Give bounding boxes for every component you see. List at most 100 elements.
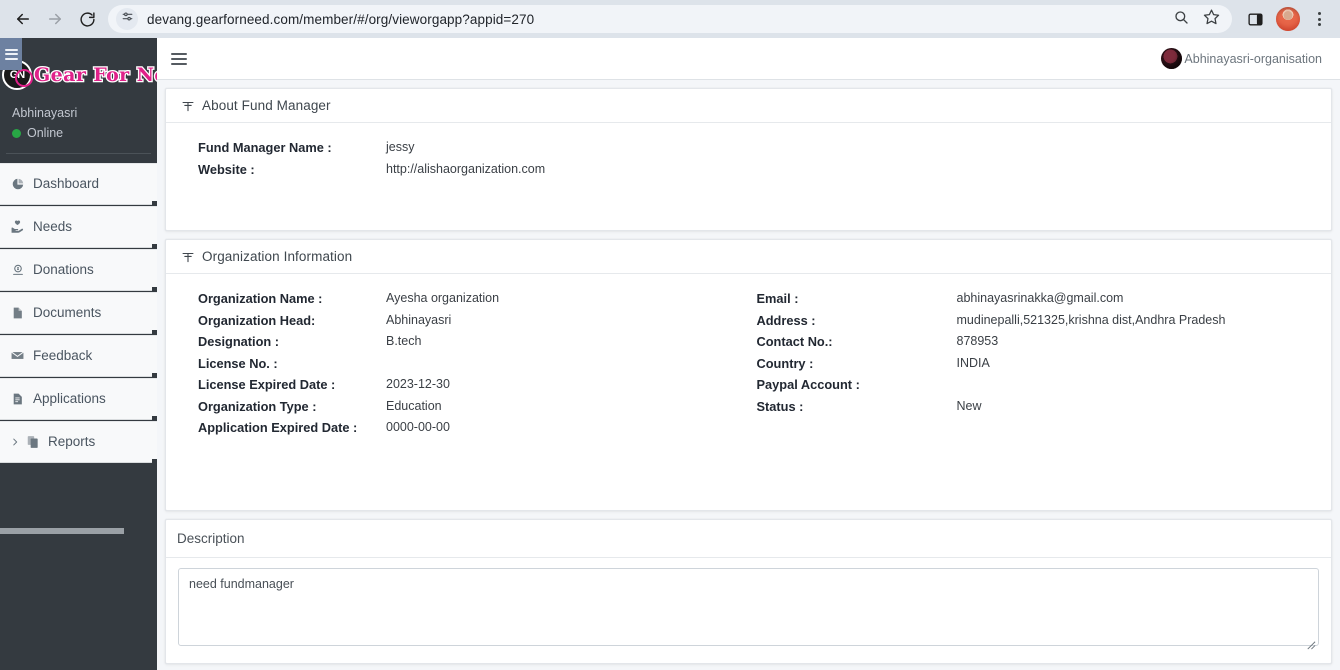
sitemap-icon	[181, 99, 195, 113]
sidebar-item-label: Feedback	[33, 348, 93, 364]
field-value: 0000-00-00	[386, 420, 450, 434]
sitemap-icon	[181, 250, 195, 264]
description-textarea[interactable]	[178, 568, 1319, 646]
field-value: Ayesha organization	[386, 291, 500, 305]
site-settings-icon	[121, 10, 134, 28]
address-bar[interactable]: devang.gearforneed.com/member/#/org/view…	[108, 5, 1232, 33]
info-row: Fund Manager Name : jessy	[198, 137, 1316, 159]
sidebar-item-needs[interactable]: Needs	[0, 206, 157, 248]
info-row: Country : INDIA	[757, 353, 1317, 375]
info-row: Organization Type : Education	[198, 396, 749, 418]
sidebar-item-applications[interactable]: Applications	[0, 378, 157, 420]
organization-left-column: Organization Name : Ayesha organization …	[181, 288, 749, 439]
browser-toolbar: devang.gearforneed.com/member/#/org/view…	[0, 0, 1340, 38]
description-input-wrap	[178, 568, 1319, 651]
sidebar-user-name: Abhinayasri	[12, 106, 78, 120]
profile-button[interactable]	[1273, 4, 1303, 34]
browser-menu-button[interactable]	[1306, 6, 1332, 32]
field-value: 2023-12-30	[386, 377, 450, 391]
info-row: Email : abhinayasrinakka@gmail.com	[757, 288, 1317, 310]
application-icon	[8, 392, 27, 406]
sidebar-item-donations[interactable]: Donations	[0, 249, 157, 291]
field-value: B.tech	[386, 334, 422, 348]
back-arrow-icon	[14, 10, 32, 28]
description-card: Description	[165, 519, 1332, 664]
status-label: Online	[27, 126, 64, 140]
sidebar-item-label: Dashboard	[33, 176, 100, 192]
chevron-right-icon	[8, 437, 21, 447]
content-scroll-area: About Fund Manager Fund Manager Name : j…	[157, 80, 1340, 670]
sidebar-user-panel[interactable]: Abhinayasri Online	[6, 98, 151, 154]
reload-icon	[79, 11, 96, 28]
field-label: Email :	[756, 291, 799, 306]
side-panel-button[interactable]	[1240, 4, 1270, 34]
sidebar-user-status: Online	[12, 124, 151, 143]
sidebar-item-documents[interactable]: Documents	[0, 292, 157, 334]
info-row: License Expired Date : 2023-12-30	[198, 374, 749, 396]
logo-mark-text: GN	[9, 68, 25, 81]
sidebar-collapse-button[interactable]	[0, 38, 22, 70]
info-row: Status : New	[757, 396, 1317, 418]
scrollbar-thumb[interactable]	[0, 528, 124, 534]
field-label: Paypal Account :	[756, 377, 860, 392]
card-header: Description	[166, 520, 1331, 558]
field-value: abhinayasrinakka@gmail.com	[956, 291, 1124, 305]
field-value: http://alishaorganization.com	[386, 161, 546, 176]
hamburger-icon	[4, 46, 18, 62]
info-row: Paypal Account :	[757, 374, 1317, 396]
site-settings-button[interactable]	[116, 8, 138, 30]
account-label: Abhinayasri-organisation	[1184, 51, 1322, 66]
omnibox-actions	[1168, 6, 1228, 32]
page-root: GN Gear For Need Abhinayasri Online Dash…	[0, 38, 1340, 670]
status-online-dot-icon	[12, 129, 21, 138]
avatar	[1161, 48, 1183, 69]
field-label: Application Expired Date :	[198, 420, 358, 435]
organization-right-column: Email : abhinayasrinakka@gmail.com Addre…	[749, 288, 1317, 439]
reports-copy-icon	[23, 435, 42, 449]
card-title: Organization Information	[202, 249, 353, 264]
sidebar-horizontal-scrollbar[interactable]	[0, 528, 157, 537]
donate-icon	[8, 263, 27, 277]
field-value: mudinepalli,521325,krishna dist,Andhra P…	[956, 312, 1226, 327]
fund-manager-fields: Fund Manager Name : jessy Website : http…	[181, 137, 1316, 180]
field-label: Website :	[198, 161, 255, 177]
url-text: devang.gearforneed.com/member/#/org/view…	[147, 11, 535, 27]
field-label: Country :	[756, 355, 814, 371]
info-row: Organization Name : Ayesha organization	[198, 288, 749, 310]
brand-logo[interactable]: GN Gear For Need	[0, 38, 157, 98]
bookmark-button[interactable]	[1198, 6, 1224, 32]
sidebar-item-dashboard[interactable]: Dashboard	[0, 163, 157, 205]
description-title: Description	[177, 531, 245, 546]
info-row: Designation : B.tech	[198, 331, 749, 353]
forward-button[interactable]	[40, 4, 70, 34]
account-menu[interactable]: Abhinayasri-organisation	[1161, 48, 1322, 69]
dashboard-pie-icon	[8, 177, 27, 191]
search-icon	[1173, 9, 1189, 30]
reload-button[interactable]	[72, 4, 102, 34]
sidebar-toggle-button[interactable]	[171, 50, 187, 68]
kebab-dot	[1317, 12, 1321, 15]
kebab-dot	[1317, 23, 1321, 26]
zoom-search-button[interactable]	[1168, 6, 1194, 32]
forward-arrow-icon	[46, 10, 64, 28]
sidebar-item-reports[interactable]: Reports	[0, 421, 157, 463]
field-label: License No. :	[198, 355, 278, 371]
main-content: Abhinayasri-organisation About Fund Mana…	[157, 38, 1340, 670]
info-row: Website : http://alishaorganization.com	[198, 159, 1316, 181]
card-body: Fund Manager Name : jessy Website : http…	[166, 123, 1331, 194]
field-label: Fund Manager Name :	[198, 140, 332, 155]
card-body: Organization Name : Ayesha organization …	[166, 274, 1331, 453]
document-icon	[8, 306, 27, 320]
card-title: About Fund Manager	[202, 98, 331, 113]
fund-manager-card: About Fund Manager Fund Manager Name : j…	[165, 88, 1332, 231]
info-row: Contact No.: 878953	[757, 331, 1317, 353]
sidebar-item-feedback[interactable]: Feedback	[0, 335, 157, 377]
sidebar-menu: Dashboard Needs Donations Documents Feed…	[0, 163, 157, 463]
organization-fields-grid: Organization Name : Ayesha organization …	[181, 288, 1316, 439]
sidebar: GN Gear For Need Abhinayasri Online Dash…	[0, 38, 157, 670]
hamburger-icon	[171, 52, 187, 55]
organization-info-card: Organization Information Organization Na…	[165, 239, 1332, 511]
back-button[interactable]	[8, 4, 38, 34]
info-row: Address : mudinepalli,521325,krishna dis…	[757, 310, 1317, 332]
profile-avatar-icon	[1276, 7, 1300, 31]
